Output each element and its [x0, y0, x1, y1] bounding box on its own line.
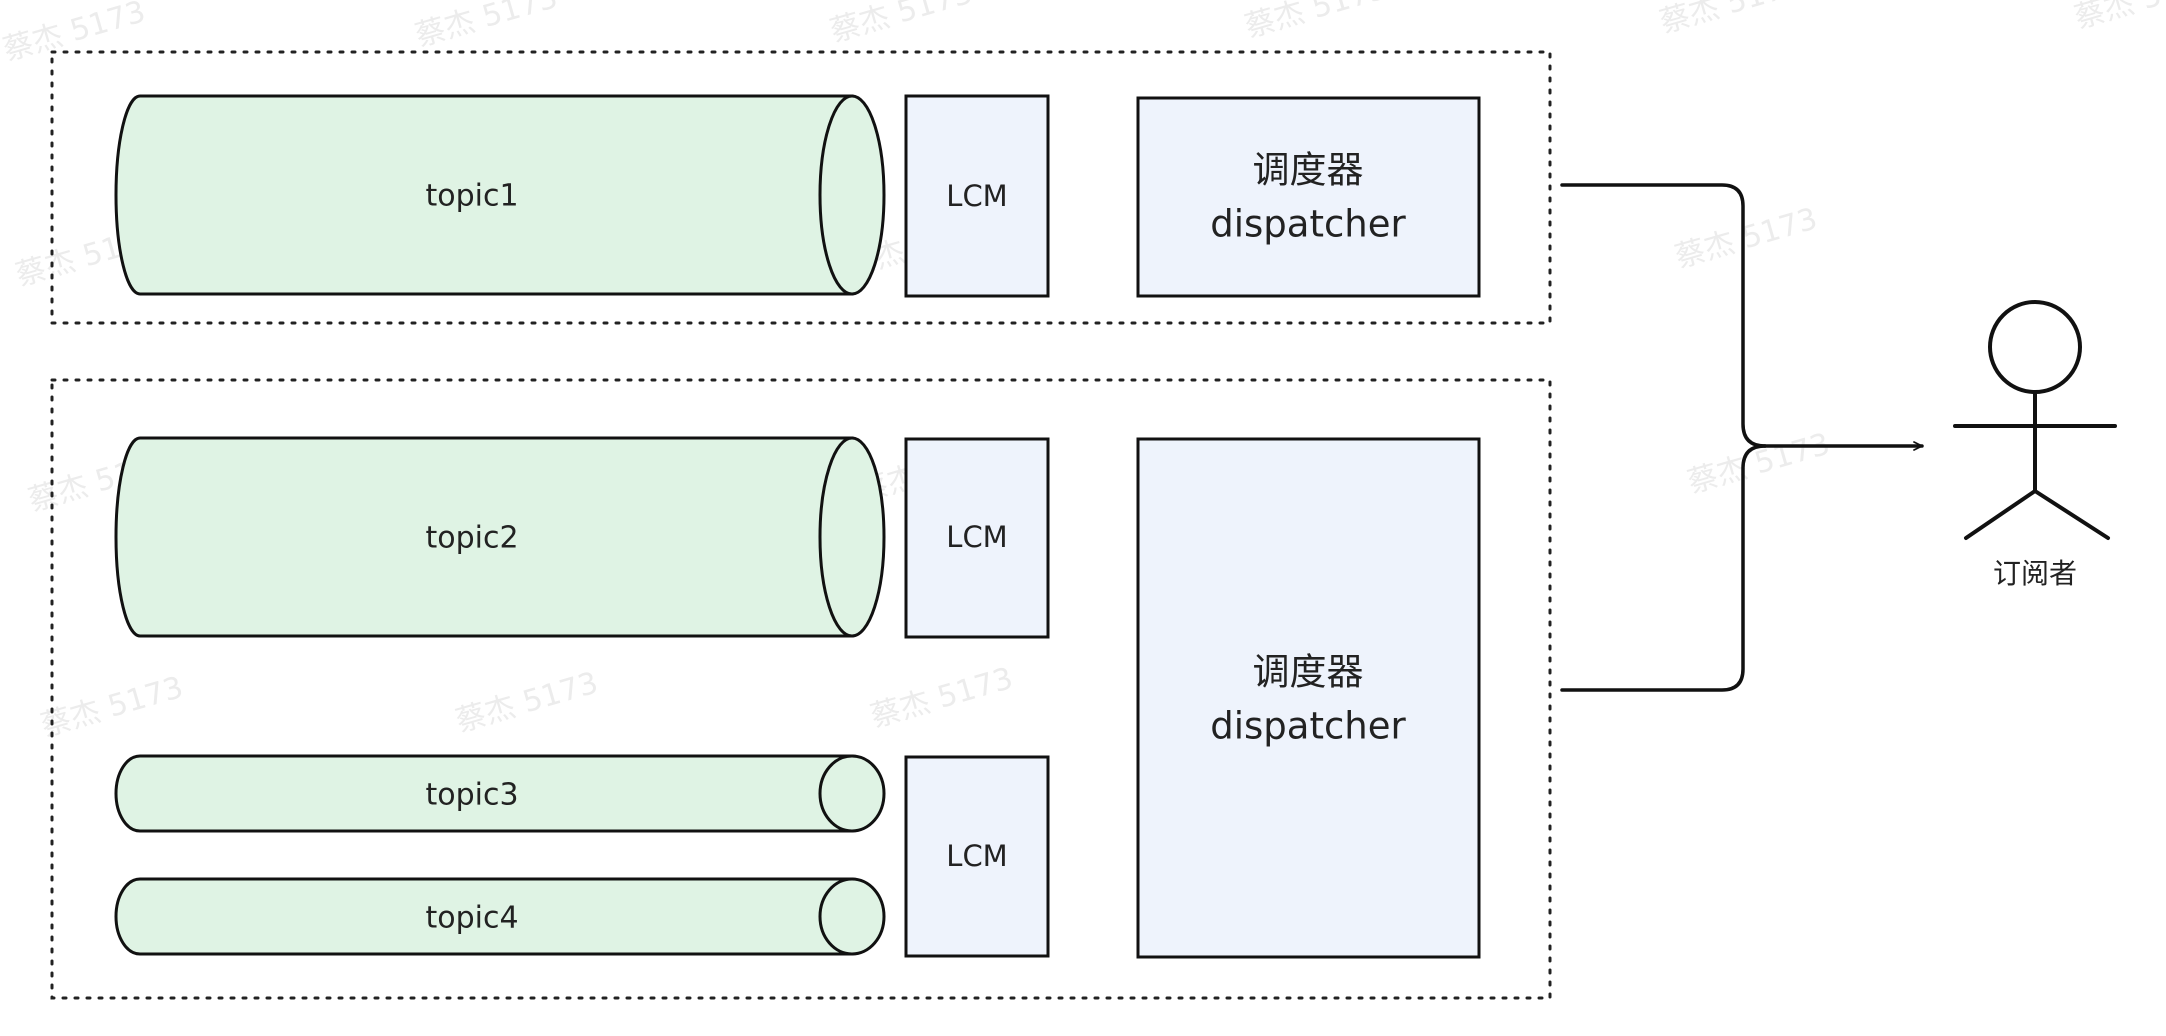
- subscriber-actor: 订阅者: [1953, 300, 2117, 590]
- lcm-label: LCM: [946, 839, 1007, 873]
- topic1-cylinder: topic1: [114, 94, 886, 296]
- dispatcher-diagram: 蔡杰 5173 蔡杰 5173 蔡杰 5173 蔡杰 5173 蔡杰 5173 …: [0, 0, 2166, 1000]
- topic2-label: topic2: [425, 521, 518, 556]
- dispatcher-en-label: dispatcher: [1210, 203, 1406, 246]
- topic4-cylinder: topic4: [114, 877, 886, 956]
- watermark-text: 蔡杰 5173: [452, 666, 602, 740]
- watermark-text: 蔡杰 5173: [412, 0, 562, 54]
- watermark-text: 蔡杰 5173: [2071, 0, 2166, 36]
- topic3-label: topic3: [425, 778, 518, 813]
- watermark-text: 蔡杰 5173: [37, 670, 187, 744]
- connector: [1560, 183, 1924, 692]
- topic2-cylinder: topic2: [114, 436, 886, 638]
- watermark-text: 蔡杰 5173: [867, 661, 1017, 735]
- dispatcher-cn-label: 调度器: [1253, 651, 1364, 694]
- subscriber-label: 订阅者: [1993, 557, 2077, 590]
- dispatcher-cn-label: 调度器: [1253, 149, 1364, 192]
- stick-figure-icon: [1953, 300, 2117, 540]
- watermark-text: 蔡杰 5173: [0, 0, 149, 68]
- watermark-text: 蔡杰 5173: [1241, 0, 1391, 45]
- watermark-text: 蔡杰 5173: [1684, 427, 1834, 501]
- dispatcher-box-1: 调度器 dispatcher: [1136, 96, 1481, 298]
- topic3-cylinder: topic3: [114, 754, 886, 833]
- topic1-label: topic1: [425, 179, 518, 214]
- watermark-text: 蔡杰 5173: [1671, 201, 1821, 275]
- lcm-box-1: LCM: [904, 94, 1050, 298]
- lcm-label: LCM: [946, 179, 1007, 213]
- topic4-label: topic4: [425, 901, 518, 936]
- group-1: topic1 LCM 调度器 dispatcher: [50, 50, 1552, 325]
- dispatcher-box-2: 调度器 dispatcher: [1136, 437, 1481, 959]
- group-2: topic2 LCM topic3 topic4 LCM 调度器 dispatc…: [50, 378, 1552, 1000]
- lcm-label: LCM: [946, 520, 1007, 554]
- lcm-box-2: LCM: [904, 437, 1050, 639]
- lcm-box-3: LCM: [904, 755, 1050, 958]
- dispatcher-en-label: dispatcher: [1210, 705, 1406, 748]
- watermark-text: 蔡杰 5173: [1656, 0, 1806, 40]
- watermark-text: 蔡杰 5173: [826, 0, 976, 49]
